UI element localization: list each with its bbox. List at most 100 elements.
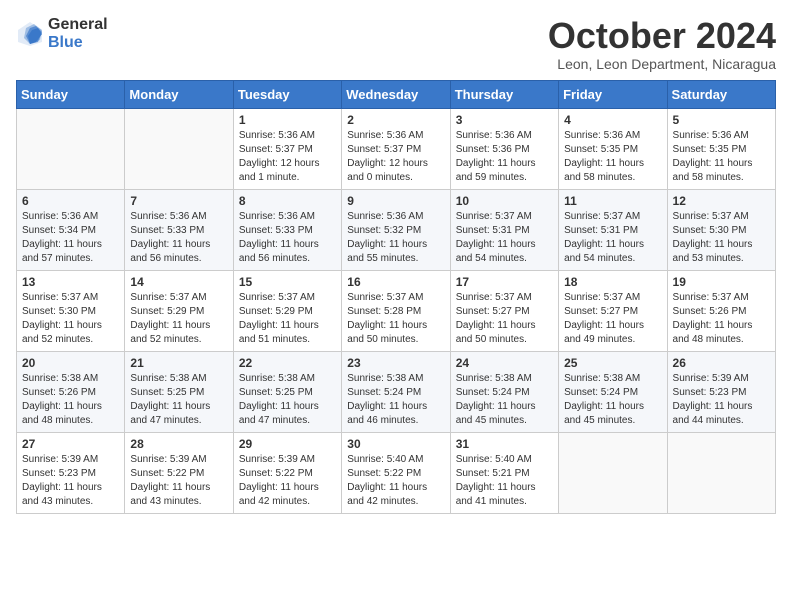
day-info: Sunrise: 5:37 AM Sunset: 5:31 PM Dayligh… (456, 210, 553, 266)
day-number: 11 (564, 194, 661, 208)
day-number: 15 (239, 275, 336, 289)
header: General Blue October 2024 Leon, Leon Dep… (16, 16, 776, 72)
day-info: Sunrise: 5:38 AM Sunset: 5:26 PM Dayligh… (22, 372, 119, 428)
day-info: Sunrise: 5:36 AM Sunset: 5:36 PM Dayligh… (456, 129, 553, 185)
calendar-cell: 18 Sunrise: 5:37 AM Sunset: 5:27 PM Dayli… (559, 270, 667, 351)
day-number: 1 (239, 113, 336, 127)
calendar-cell: 29 Sunrise: 5:39 AM Sunset: 5:22 PM Dayli… (233, 432, 341, 513)
calendar-week-row: 6 Sunrise: 5:36 AM Sunset: 5:34 PM Daylig… (17, 189, 776, 270)
calendar-cell: 10 Sunrise: 5:37 AM Sunset: 5:31 PM Dayli… (450, 189, 558, 270)
calendar-cell: 4Sunrise: 5:36 AM Sunset: 5:35 PM Daylig… (559, 108, 667, 189)
calendar-cell: 31Sunrise: 5:40 AM Sunset: 5:21 PM Dayli… (450, 432, 558, 513)
day-number: 16 (347, 275, 444, 289)
day-info: Sunrise: 5:37 AM Sunset: 5:26 PM Dayligh… (673, 291, 770, 347)
day-info: Sunrise: 5:36 AM Sunset: 5:33 PM Dayligh… (239, 210, 336, 266)
day-info: Sunrise: 5:39 AM Sunset: 5:23 PM Dayligh… (673, 372, 770, 428)
day-info: Sunrise: 5:36 AM Sunset: 5:37 PM Dayligh… (239, 129, 336, 185)
day-number: 20 (22, 356, 119, 370)
day-number: 23 (347, 356, 444, 370)
day-number: 21 (130, 356, 227, 370)
day-info: Sunrise: 5:36 AM Sunset: 5:37 PM Dayligh… (347, 129, 444, 185)
day-number: 19 (673, 275, 770, 289)
day-number: 27 (22, 437, 119, 451)
day-number: 25 (564, 356, 661, 370)
month-title: October 2024 (548, 16, 776, 56)
calendar-cell: 20 Sunrise: 5:38 AM Sunset: 5:26 PM Dayli… (17, 351, 125, 432)
day-info: Sunrise: 5:36 AM Sunset: 5:34 PM Dayligh… (22, 210, 119, 266)
calendar-cell: 9 Sunrise: 5:36 AM Sunset: 5:32 PM Daylig… (342, 189, 450, 270)
calendar-cell: 23 Sunrise: 5:38 AM Sunset: 5:24 PM Dayli… (342, 351, 450, 432)
calendar-cell: 2 Sunrise: 5:36 AM Sunset: 5:37 PM Daylig… (342, 108, 450, 189)
day-number: 30 (347, 437, 444, 451)
day-number: 7 (130, 194, 227, 208)
day-info: Sunrise: 5:37 AM Sunset: 5:28 PM Dayligh… (347, 291, 444, 347)
day-info: Sunrise: 5:38 AM Sunset: 5:24 PM Dayligh… (347, 372, 444, 428)
calendar-cell: 26 Sunrise: 5:39 AM Sunset: 5:23 PM Dayli… (667, 351, 775, 432)
day-info: Sunrise: 5:36 AM Sunset: 5:35 PM Dayligh… (673, 129, 770, 185)
day-info: Sunrise: 5:36 AM Sunset: 5:33 PM Dayligh… (130, 210, 227, 266)
day-info: Sunrise: 5:39 AM Sunset: 5:22 PM Dayligh… (239, 453, 336, 509)
day-number: 2 (347, 113, 444, 127)
day-info: Sunrise: 5:37 AM Sunset: 5:29 PM Dayligh… (130, 291, 227, 347)
calendar-cell: 11 Sunrise: 5:37 AM Sunset: 5:31 PM Dayli… (559, 189, 667, 270)
calendar-cell: 3 Sunrise: 5:36 AM Sunset: 5:36 PM Daylig… (450, 108, 558, 189)
day-info: Sunrise: 5:40 AM Sunset: 5:22 PM Dayligh… (347, 453, 444, 509)
calendar-cell: 25 Sunrise: 5:38 AM Sunset: 5:24 PM Dayli… (559, 351, 667, 432)
logo: General Blue (16, 16, 108, 51)
day-number: 29 (239, 437, 336, 451)
logo-icon (16, 20, 44, 48)
day-number: 10 (456, 194, 553, 208)
calendar-cell (667, 432, 775, 513)
calendar-cell: 24Sunrise: 5:38 AM Sunset: 5:24 PM Dayli… (450, 351, 558, 432)
day-number: 14 (130, 275, 227, 289)
day-number: 28 (130, 437, 227, 451)
day-number: 9 (347, 194, 444, 208)
logo-blue-text: Blue (48, 34, 108, 52)
calendar-week-row: 20 Sunrise: 5:38 AM Sunset: 5:26 PM Dayli… (17, 351, 776, 432)
day-number: 17 (456, 275, 553, 289)
day-info: Sunrise: 5:37 AM Sunset: 5:27 PM Dayligh… (456, 291, 553, 347)
calendar-table: SundayMondayTuesdayWednesdayThursdayFrid… (16, 80, 776, 514)
calendar-cell: 5 Sunrise: 5:36 AM Sunset: 5:35 PM Daylig… (667, 108, 775, 189)
calendar-header-friday: Friday (559, 80, 667, 108)
calendar-cell: 8Sunrise: 5:36 AM Sunset: 5:33 PM Daylig… (233, 189, 341, 270)
calendar-header-saturday: Saturday (667, 80, 775, 108)
calendar-cell: 1 Sunrise: 5:36 AM Sunset: 5:37 PM Daylig… (233, 108, 341, 189)
calendar-cell: 12Sunrise: 5:37 AM Sunset: 5:30 PM Dayli… (667, 189, 775, 270)
calendar-cell: 19 Sunrise: 5:37 AM Sunset: 5:26 PM Dayli… (667, 270, 775, 351)
day-info: Sunrise: 5:38 AM Sunset: 5:24 PM Dayligh… (564, 372, 661, 428)
day-number: 13 (22, 275, 119, 289)
day-number: 22 (239, 356, 336, 370)
calendar-cell (559, 432, 667, 513)
calendar-cell: 17 Sunrise: 5:37 AM Sunset: 5:27 PM Dayli… (450, 270, 558, 351)
day-info: Sunrise: 5:37 AM Sunset: 5:31 PM Dayligh… (564, 210, 661, 266)
calendar-cell: 21Sunrise: 5:38 AM Sunset: 5:25 PM Dayli… (125, 351, 233, 432)
day-number: 5 (673, 113, 770, 127)
logo-text: General Blue (48, 16, 108, 51)
calendar-cell: 6 Sunrise: 5:36 AM Sunset: 5:34 PM Daylig… (17, 189, 125, 270)
calendar-header-sunday: Sunday (17, 80, 125, 108)
day-number: 3 (456, 113, 553, 127)
calendar-cell (17, 108, 125, 189)
calendar-header-row: SundayMondayTuesdayWednesdayThursdayFrid… (17, 80, 776, 108)
day-number: 6 (22, 194, 119, 208)
calendar-week-row: 27Sunrise: 5:39 AM Sunset: 5:23 PM Dayli… (17, 432, 776, 513)
day-info: Sunrise: 5:36 AM Sunset: 5:32 PM Dayligh… (347, 210, 444, 266)
calendar-cell: 13 Sunrise: 5:37 AM Sunset: 5:30 PM Dayli… (17, 270, 125, 351)
calendar-cell: 27Sunrise: 5:39 AM Sunset: 5:23 PM Dayli… (17, 432, 125, 513)
day-info: Sunrise: 5:40 AM Sunset: 5:21 PM Dayligh… (456, 453, 553, 509)
calendar-cell: 28 Sunrise: 5:39 AM Sunset: 5:22 PM Dayli… (125, 432, 233, 513)
day-info: Sunrise: 5:39 AM Sunset: 5:22 PM Dayligh… (130, 453, 227, 509)
location-title: Leon, Leon Department, Nicaragua (548, 56, 776, 72)
calendar-week-row: 1 Sunrise: 5:36 AM Sunset: 5:37 PM Daylig… (17, 108, 776, 189)
day-number: 18 (564, 275, 661, 289)
calendar-cell: 30 Sunrise: 5:40 AM Sunset: 5:22 PM Dayli… (342, 432, 450, 513)
day-info: Sunrise: 5:37 AM Sunset: 5:30 PM Dayligh… (22, 291, 119, 347)
day-number: 24 (456, 356, 553, 370)
day-info: Sunrise: 5:37 AM Sunset: 5:27 PM Dayligh… (564, 291, 661, 347)
calendar-cell: 14 Sunrise: 5:37 AM Sunset: 5:29 PM Dayli… (125, 270, 233, 351)
calendar-cell: 7 Sunrise: 5:36 AM Sunset: 5:33 PM Daylig… (125, 189, 233, 270)
day-number: 26 (673, 356, 770, 370)
calendar-week-row: 13 Sunrise: 5:37 AM Sunset: 5:30 PM Dayli… (17, 270, 776, 351)
calendar-cell: 16 Sunrise: 5:37 AM Sunset: 5:28 PM Dayli… (342, 270, 450, 351)
